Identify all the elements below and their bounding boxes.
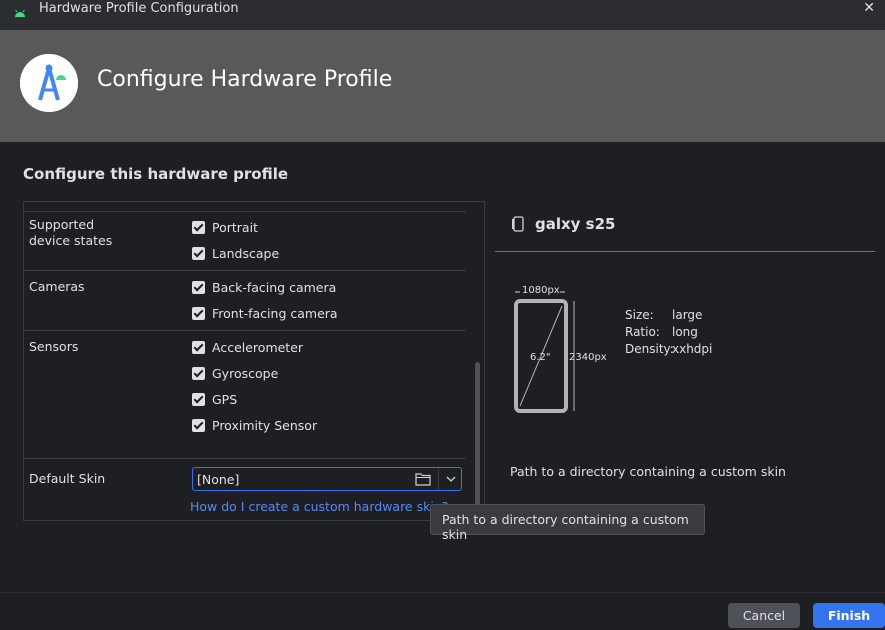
footer-divider bbox=[0, 592, 885, 593]
checkbox-label: Proximity Sensor bbox=[212, 417, 318, 433]
row-divider bbox=[24, 330, 466, 331]
field-help-text: Path to a directory containing a custom … bbox=[510, 464, 786, 479]
device-specs: Size: large Ratio: long Density:xxhdpi bbox=[625, 307, 712, 358]
checkbox-checked-icon bbox=[192, 306, 205, 320]
checkbox-checked-icon bbox=[192, 418, 205, 432]
checkbox-label: Accelerometer bbox=[212, 339, 304, 355]
checkbox-label: Back-facing camera bbox=[212, 279, 337, 295]
spec-row: Ratio: long bbox=[625, 325, 698, 339]
device-states-label: Supported device states bbox=[29, 217, 113, 248]
vertical-scrollbar[interactable] bbox=[475, 362, 480, 507]
section-title: Configure this hardware profile bbox=[23, 165, 289, 183]
checkbox-checked-icon bbox=[192, 340, 205, 354]
checkbox-label: Landscape bbox=[212, 245, 280, 261]
front-camera-checkbox[interactable]: Front-facing camera bbox=[192, 305, 338, 321]
title-bar: Hardware Profile Configuration ✕ bbox=[0, 0, 885, 30]
row-divider bbox=[24, 211, 466, 212]
spec-row: Size: large bbox=[625, 308, 703, 322]
gyroscope-checkbox[interactable]: Gyroscope bbox=[192, 365, 278, 381]
row-divider bbox=[24, 270, 466, 271]
combobox-divider bbox=[438, 468, 439, 490]
device-name: galxy s25 bbox=[535, 215, 616, 233]
window-title: Hardware Profile Configuration bbox=[39, 1, 239, 16]
folder-icon[interactable] bbox=[415, 472, 431, 486]
row-divider bbox=[24, 458, 466, 459]
default-skin-combobox[interactable] bbox=[192, 467, 462, 491]
checkbox-label: Front-facing camera bbox=[212, 305, 338, 321]
diagonal-label: 6.2" bbox=[530, 352, 551, 363]
phone-icon bbox=[512, 216, 524, 232]
proximity-sensor-checkbox[interactable]: Proximity Sensor bbox=[192, 417, 317, 433]
header-banner: Configure Hardware Profile bbox=[0, 30, 885, 142]
checkbox-label: Gyroscope bbox=[212, 365, 279, 381]
checkbox-label: Portrait bbox=[212, 219, 258, 235]
spec-row: Density:xxhdpi bbox=[625, 342, 713, 356]
landscape-checkbox[interactable]: Landscape bbox=[192, 245, 279, 261]
hardware-form-panel: Supported device states Portrait Landsca… bbox=[23, 201, 485, 521]
preview-divider bbox=[495, 251, 875, 252]
checkbox-checked-icon bbox=[192, 366, 205, 380]
cancel-button[interactable]: Cancel bbox=[728, 603, 800, 628]
portrait-checkbox[interactable]: Portrait bbox=[192, 219, 258, 235]
finish-button[interactable]: Finish bbox=[813, 603, 885, 628]
checkbox-checked-icon bbox=[192, 392, 205, 406]
tooltip: Path to a directory containing a custom … bbox=[430, 504, 705, 542]
checkbox-label: GPS bbox=[212, 391, 238, 407]
close-button[interactable]: ✕ bbox=[863, 0, 875, 16]
android-studio-logo bbox=[20, 54, 78, 112]
chevron-down-icon[interactable] bbox=[444, 472, 458, 486]
gps-checkbox[interactable]: GPS bbox=[192, 391, 237, 407]
default-skin-label: Default Skin bbox=[29, 471, 106, 486]
width-label: 1080px bbox=[522, 285, 560, 296]
device-name-header: galxy s25 bbox=[511, 215, 615, 233]
cameras-label: Cameras bbox=[29, 279, 85, 294]
accelerometer-checkbox[interactable]: Accelerometer bbox=[192, 339, 303, 355]
android-icon bbox=[15, 9, 25, 17]
checkbox-checked-icon bbox=[192, 280, 205, 294]
default-skin-input[interactable] bbox=[197, 470, 407, 488]
checkbox-checked-icon bbox=[192, 220, 205, 234]
checkbox-checked-icon bbox=[192, 246, 205, 260]
sensors-label: Sensors bbox=[29, 339, 79, 354]
custom-skin-help-link[interactable]: How do I create a custom hardware skin? bbox=[190, 499, 448, 514]
back-camera-checkbox[interactable]: Back-facing camera bbox=[192, 279, 336, 295]
height-label: 2340px bbox=[569, 352, 607, 363]
page-title: Configure Hardware Profile bbox=[97, 67, 393, 92]
